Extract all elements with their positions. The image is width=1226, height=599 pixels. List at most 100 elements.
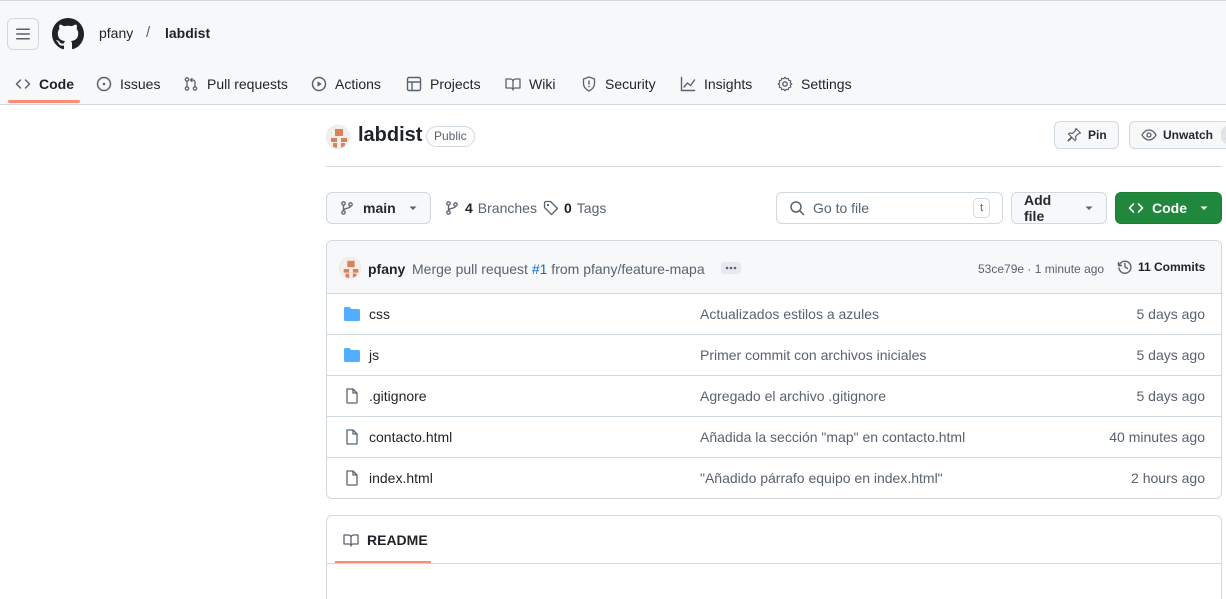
hamburger-icon [15, 26, 31, 42]
tab-label: Pull requests [207, 76, 288, 92]
branches-link[interactable]: 4 Branches [444, 192, 537, 224]
commits-count: 11 Commits [1138, 260, 1206, 274]
file-commit-message[interactable]: Primer commit con archivos iniciales [700, 347, 926, 363]
commit-message-prefix: Merge pull request [412, 261, 532, 277]
book-icon [505, 76, 521, 92]
tab-pull-requests[interactable]: Pull requests [183, 65, 288, 103]
tab-wiki[interactable]: Wiki [505, 65, 555, 103]
tab-security[interactable]: Security [581, 65, 656, 103]
code-dropdown-button[interactable]: Code [1115, 192, 1222, 224]
file-row-js[interactable]: js Primer commit con archivos iniciales … [327, 335, 1221, 376]
file-row-contacto[interactable]: contacto.html Añadida la sección "map" e… [327, 417, 1221, 458]
watch-count: 1 [1221, 126, 1226, 144]
go-to-file-placeholder: Go to file [813, 200, 870, 216]
play-icon [311, 76, 327, 92]
file-name[interactable]: contacto.html [369, 429, 452, 445]
file-commit-message[interactable]: "Añadido párrafo equipo en index.html" [700, 470, 943, 486]
unwatch-button[interactable]: Unwatch 1 [1129, 121, 1226, 149]
commits-history-link[interactable]: 11 Commits [1117, 259, 1205, 275]
readme-label: README [367, 532, 428, 548]
pin-button[interactable]: Pin [1054, 121, 1119, 149]
owner-avatar[interactable] [326, 125, 350, 149]
eye-icon [1141, 127, 1157, 143]
tab-label: Projects [430, 76, 481, 92]
go-to-file-input[interactable]: Go to file t [776, 192, 1003, 224]
history-icon [1117, 259, 1133, 275]
latest-commit-bar: pfany Merge pull request #1 from pfany/f… [327, 241, 1221, 294]
shield-icon [581, 76, 597, 92]
search-icon [789, 200, 805, 216]
tab-label: Wiki [529, 76, 556, 92]
file-age: 2 hours ago [1131, 470, 1205, 486]
repo-title[interactable]: labdist [358, 124, 422, 147]
tab-projects[interactable]: Projects [406, 65, 481, 103]
kebab-horizontal-icon [724, 266, 738, 270]
keyboard-shortcut: t [973, 198, 990, 218]
pin-label: Pin [1088, 128, 1107, 142]
breadcrumb-owner[interactable]: pfany [99, 25, 133, 41]
git-pull-request-icon [183, 76, 199, 92]
file-name[interactable]: css [369, 306, 390, 322]
commit-sha-time[interactable]: 53ce79e · 1 minute ago [978, 262, 1104, 276]
readme-divider [327, 563, 1221, 564]
title-divider [326, 166, 1222, 167]
tab-actions[interactable]: Actions [311, 65, 381, 103]
github-logo-icon[interactable] [52, 18, 84, 50]
branches-count: 4 [465, 200, 473, 216]
file-name[interactable]: .gitignore [369, 388, 427, 404]
issue-opened-icon [96, 76, 112, 92]
code-icon [15, 76, 31, 92]
triangle-down-icon [408, 203, 418, 213]
expand-commit-button[interactable] [721, 262, 741, 274]
add-file-button[interactable]: Add file [1011, 192, 1107, 224]
file-row-gitignore[interactable]: .gitignore Agregado el archivo .gitignor… [327, 376, 1221, 417]
file-age: 5 days ago [1136, 306, 1206, 322]
git-branch-icon [444, 200, 460, 216]
menu-button[interactable] [7, 18, 39, 50]
tab-settings[interactable]: Settings [777, 65, 852, 103]
folder-icon [343, 347, 361, 363]
file-icon [343, 429, 361, 445]
tab-insights[interactable]: Insights [680, 65, 752, 103]
tab-issues[interactable]: Issues [96, 65, 160, 103]
file-row-css[interactable]: css Actualizados estilos a azules 5 days… [327, 294, 1221, 335]
file-browser: pfany Merge pull request #1 from pfany/f… [326, 240, 1222, 499]
file-row-index[interactable]: index.html "Añadido párrafo equipo en in… [327, 458, 1221, 498]
add-file-label: Add file [1024, 192, 1052, 224]
unwatch-label: Unwatch [1163, 128, 1214, 142]
git-branch-icon [339, 200, 355, 216]
triangle-down-icon [1199, 203, 1209, 213]
triangle-down-icon [1084, 203, 1094, 213]
tags-count: 0 [564, 200, 572, 216]
tab-label: Actions [335, 76, 381, 92]
commit-message-suffix: from pfany/feature-mapa [547, 261, 705, 277]
file-name[interactable]: js [369, 347, 379, 363]
file-commit-message[interactable]: Actualizados estilos a azules [700, 306, 879, 322]
tab-label: Settings [801, 76, 852, 92]
avatar[interactable] [339, 257, 361, 279]
tab-label: Code [39, 76, 74, 92]
folder-icon [343, 306, 361, 322]
breadcrumb-repo[interactable]: labdist [165, 25, 210, 41]
pull-request-link[interactable]: #1 [532, 261, 548, 277]
commit-author[interactable]: pfany [368, 261, 405, 277]
repo-header-bar: pfany / labdist Code Issues Pull request… [0, 0, 1226, 105]
tab-label: Security [605, 76, 656, 92]
file-age: 40 minutes ago [1109, 429, 1205, 445]
graph-icon [680, 76, 696, 92]
tab-label: Issues [120, 76, 161, 92]
visibility-badge: Public [426, 126, 475, 147]
tab-readme[interactable]: README [343, 532, 428, 548]
tag-icon [543, 200, 559, 216]
tab-code[interactable]: Code [15, 65, 74, 103]
commit-message[interactable]: Merge pull request #1 from pfany/feature… [412, 261, 705, 277]
tags-label: Tags [576, 200, 607, 216]
tags-link[interactable]: 0 Tags [543, 192, 606, 224]
file-name[interactable]: index.html [369, 470, 433, 486]
file-commit-message[interactable]: Añadida la sección "map" en contacto.htm… [700, 429, 965, 445]
active-tab-indicator [8, 100, 80, 103]
file-commit-message[interactable]: Agregado el archivo .gitignore [700, 388, 886, 404]
branch-name: main [363, 200, 396, 216]
branch-selector[interactable]: main [326, 192, 431, 224]
file-age: 5 days ago [1136, 388, 1206, 404]
